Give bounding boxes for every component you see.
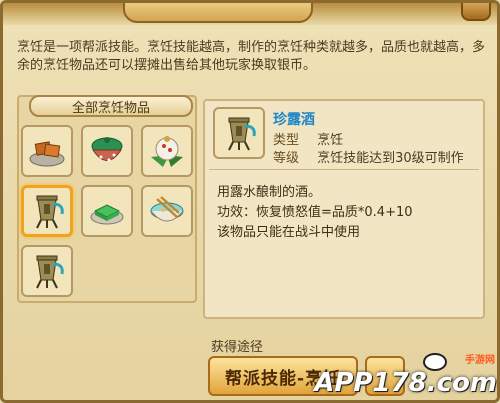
cooking-window: 烹饪是一项帮派技能。烹饪技能越高，制作的烹饪种类就越多，品质也就越高，多余的烹饪…	[0, 0, 500, 403]
close-button[interactable]	[461, 3, 491, 21]
item-slot-tofu[interactable]	[21, 125, 73, 177]
level-key: 等级	[273, 151, 300, 166]
item-name: 珍露酒	[273, 112, 315, 128]
effect-line-1: 用露水酿制的酒。	[217, 185, 322, 200]
bronze-wine-vessel-icon	[228, 117, 256, 151]
soup-bowl-icon	[150, 196, 184, 222]
bronze-wine-vessel-icon	[36, 195, 64, 229]
detail-divider	[209, 169, 479, 170]
effect-line-3: 该物品只能在战斗中使用	[217, 225, 361, 240]
watermark-main: APP178.com	[314, 368, 497, 398]
item-level-row: 等级 烹饪技能达到30级可制作	[273, 147, 464, 166]
item-slot-rice-ball[interactable]	[141, 125, 193, 177]
item-slot-green-bowl[interactable]	[81, 125, 133, 177]
item-slot-green-cake[interactable]	[81, 185, 133, 237]
item-type-row: 类型 烹饪	[273, 129, 343, 148]
effect-line-2: 功效：恢复愤怒值=品质*0.4+10	[217, 205, 413, 220]
green-cake-icon	[90, 204, 124, 225]
item-slot-soup-bowl[interactable]	[141, 185, 193, 237]
rice-ball-icon	[151, 136, 183, 167]
watermark-badge-icon	[423, 353, 447, 371]
level-value: 烹饪技能达到30级可制作	[317, 151, 464, 166]
watermark: 手游网 APP178.com	[314, 349, 497, 400]
watermark-sub: 手游网	[465, 355, 495, 366]
type-key: 类型	[273, 133, 300, 148]
type-value: 烹饪	[317, 133, 344, 148]
skill-description: 烹饪是一项帮派技能。烹饪技能越高，制作的烹饪种类就越多，品质也就越高，多余的烹饪…	[17, 40, 486, 73]
item-slot-wine-vessel-2[interactable]	[21, 245, 73, 297]
title-plaque	[123, 3, 313, 23]
item-effect: 用露水酿制的酒。 功效：恢复愤怒值=品质*0.4+10 该物品只能在战斗中使用	[217, 183, 477, 243]
green-bowl-icon	[91, 137, 123, 162]
tofu-dish-icon	[29, 141, 65, 167]
detail-item-icon	[213, 107, 265, 159]
category-tab-all[interactable]: 全部烹饪物品	[29, 95, 193, 117]
item-slot-zhenlu-wine[interactable]	[21, 185, 73, 237]
bronze-wine-vessel-icon	[36, 255, 64, 289]
obtain-label: 获得途径	[211, 340, 264, 355]
